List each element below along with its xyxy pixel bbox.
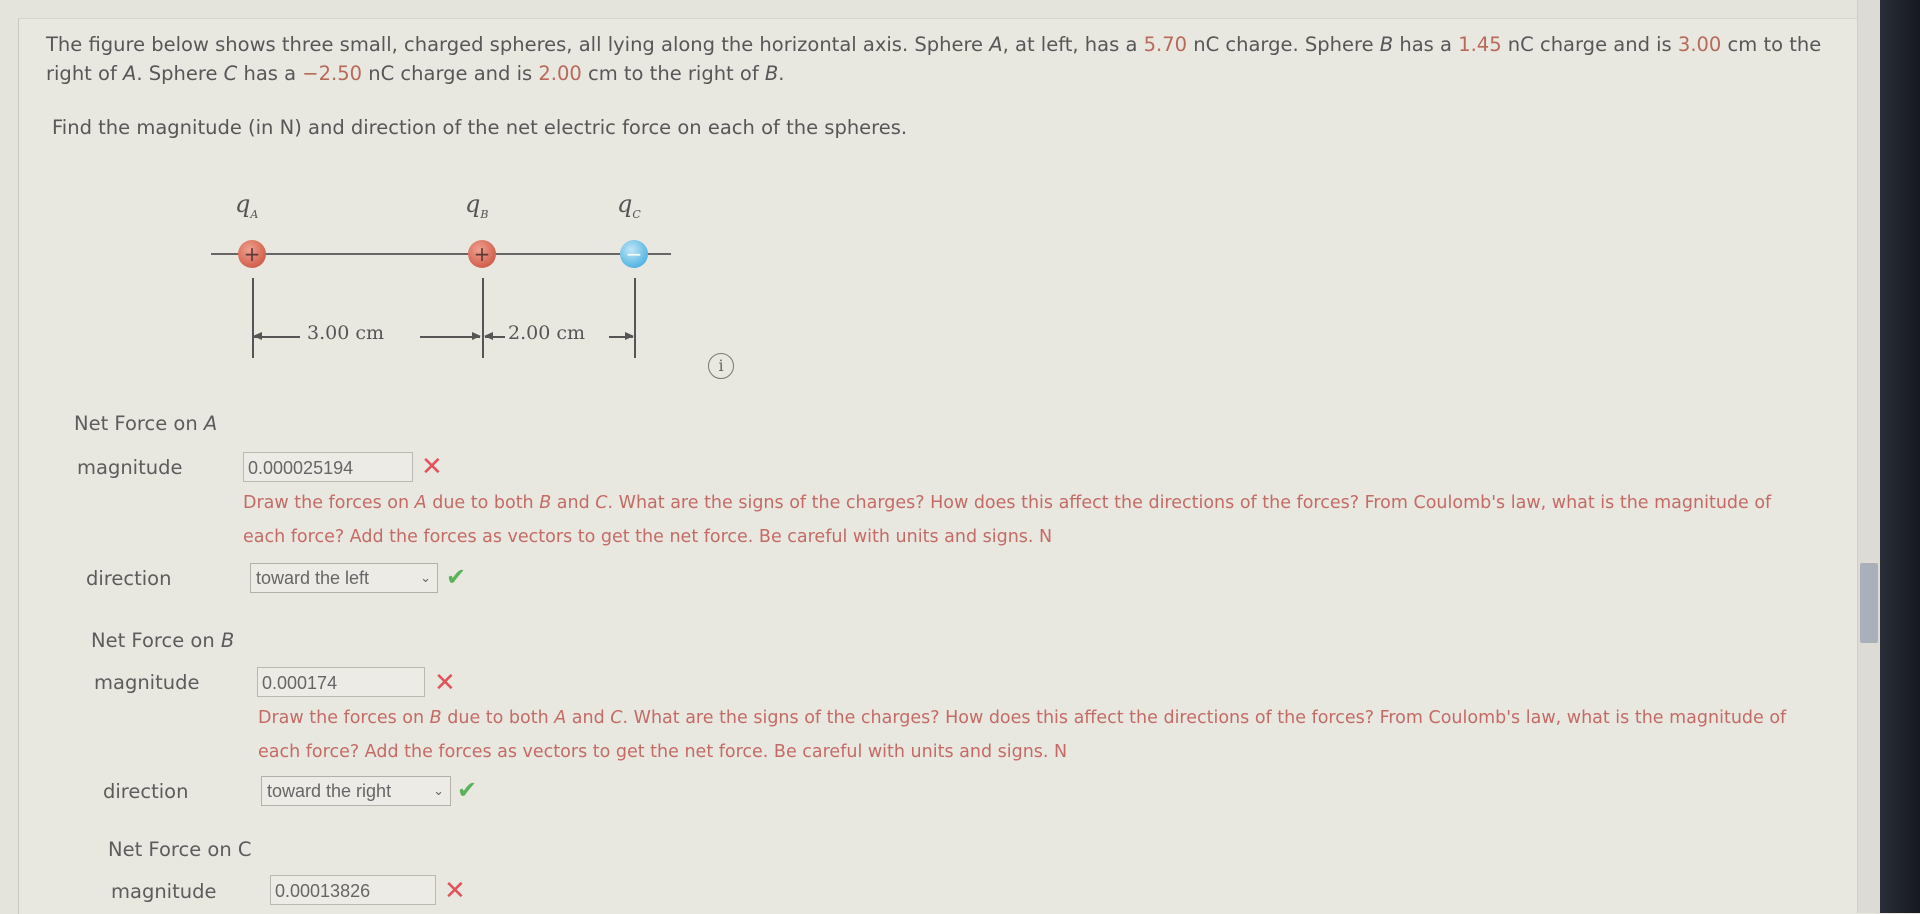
text: The figure below shows three small, char… xyxy=(46,33,990,56)
var: B xyxy=(429,708,442,728)
horizontal-axis xyxy=(211,253,671,255)
charge-a-value: 5.70 xyxy=(1143,33,1188,56)
screen-bezel xyxy=(1880,0,1920,913)
text: has a xyxy=(237,62,303,85)
var: A xyxy=(203,412,218,435)
arrow-bc-right xyxy=(609,333,634,339)
scrollbar-track[interactable] xyxy=(1857,0,1880,913)
text: . xyxy=(778,62,785,85)
charges-figure: qA qB qC + + − 3.00 cm 2.00 cm xyxy=(205,190,675,370)
direction-label-a: direction xyxy=(86,567,172,590)
text: and xyxy=(566,708,611,728)
sphere-c: − xyxy=(620,240,648,268)
text: cm to the right of xyxy=(581,62,765,85)
distance-ab-value: 3.00 xyxy=(1677,33,1722,56)
var-a: A xyxy=(123,62,137,85)
sub: A xyxy=(250,207,259,221)
scrollbar-thumb[interactable] xyxy=(1860,563,1878,643)
var: B xyxy=(220,629,235,652)
direction-label-b: direction xyxy=(103,780,189,803)
var: A xyxy=(414,493,427,513)
text: has a xyxy=(1393,33,1459,56)
label-qb: qB xyxy=(465,190,488,221)
charge-c-value: −2.50 xyxy=(302,62,363,85)
var: C xyxy=(610,708,623,728)
var-a: A xyxy=(989,33,1003,56)
q: q xyxy=(235,190,251,218)
correct-icon: ✔ xyxy=(446,563,467,591)
text: , at left, has a xyxy=(1002,33,1144,56)
var: A xyxy=(554,708,567,728)
text: Net Force on xyxy=(91,629,221,652)
selected-value: toward the right xyxy=(267,781,392,801)
text: . Sphere xyxy=(136,62,224,85)
dimension-line-c xyxy=(634,278,636,358)
direction-select-a[interactable]: toward the left ⌄ xyxy=(250,563,438,593)
q: q xyxy=(617,190,633,218)
section-title-c: Net Force on C xyxy=(108,838,252,861)
section-title-b: Net Force on B xyxy=(91,629,234,652)
var-b: B xyxy=(1379,33,1394,56)
arrow-ab-right xyxy=(420,333,481,339)
label-qa: qA xyxy=(235,190,258,221)
var-c: C xyxy=(223,62,238,85)
chevron-down-icon: ⌄ xyxy=(420,570,431,585)
dimension-line-a xyxy=(252,278,254,358)
incorrect-icon: ✕ xyxy=(421,452,443,482)
magnitude-input-c[interactable]: 0.00013826 xyxy=(270,875,436,905)
hint-text-b: Draw the forces on B due to both A and C… xyxy=(258,701,1818,769)
magnitude-label-a: magnitude xyxy=(77,456,183,479)
text: due to both xyxy=(426,493,540,513)
text: nC charge and is xyxy=(362,62,539,85)
arrow-bc-left xyxy=(484,333,505,339)
section-title-a: Net Force on A xyxy=(74,412,217,435)
selected-value: toward the left xyxy=(256,568,370,588)
distance-ab-label: 3.00 cm xyxy=(307,322,385,344)
magnitude-label-b: magnitude xyxy=(94,671,200,694)
direction-select-b[interactable]: toward the right ⌄ xyxy=(261,776,451,806)
distance-bc-value: 2.00 xyxy=(538,62,582,85)
sub: C xyxy=(632,207,641,221)
var-b: B xyxy=(764,62,779,85)
problem-statement: The figure below shows three small, char… xyxy=(46,30,1826,88)
text: and xyxy=(551,493,596,513)
var: C xyxy=(595,493,608,513)
chevron-down-icon: ⌄ xyxy=(433,783,444,798)
sphere-b: + xyxy=(468,240,496,268)
charge-b-value: 1.45 xyxy=(1458,33,1502,56)
text: Draw the forces on xyxy=(243,493,415,513)
text: Net Force on xyxy=(74,412,204,435)
find-instruction: Find the magnitude (in N) and direction … xyxy=(52,116,908,139)
dimension-line-b xyxy=(482,278,484,358)
incorrect-icon: ✕ xyxy=(434,668,456,698)
magnitude-input-b[interactable]: 0.000174 xyxy=(257,667,425,697)
info-icon[interactable]: i xyxy=(708,353,734,379)
text: nC charge. Sphere xyxy=(1187,33,1380,56)
magnitude-label-c: magnitude xyxy=(111,880,217,903)
incorrect-icon: ✕ xyxy=(444,876,466,906)
distance-bc-label: 2.00 cm xyxy=(508,322,586,344)
sub: B xyxy=(480,207,489,221)
correct-icon: ✔ xyxy=(457,776,478,804)
text: due to both xyxy=(441,708,555,728)
sphere-a: + xyxy=(238,240,266,268)
label-qc: qC xyxy=(617,190,641,221)
var: B xyxy=(539,493,552,513)
arrow-ab-left xyxy=(253,333,300,339)
text: Draw the forces on xyxy=(258,708,430,728)
text: nC charge and is xyxy=(1501,33,1678,56)
magnitude-input-a[interactable]: 0.000025194 xyxy=(243,452,413,482)
hint-text-a: Draw the forces on A due to both B and C… xyxy=(243,486,1803,554)
q: q xyxy=(465,190,481,218)
